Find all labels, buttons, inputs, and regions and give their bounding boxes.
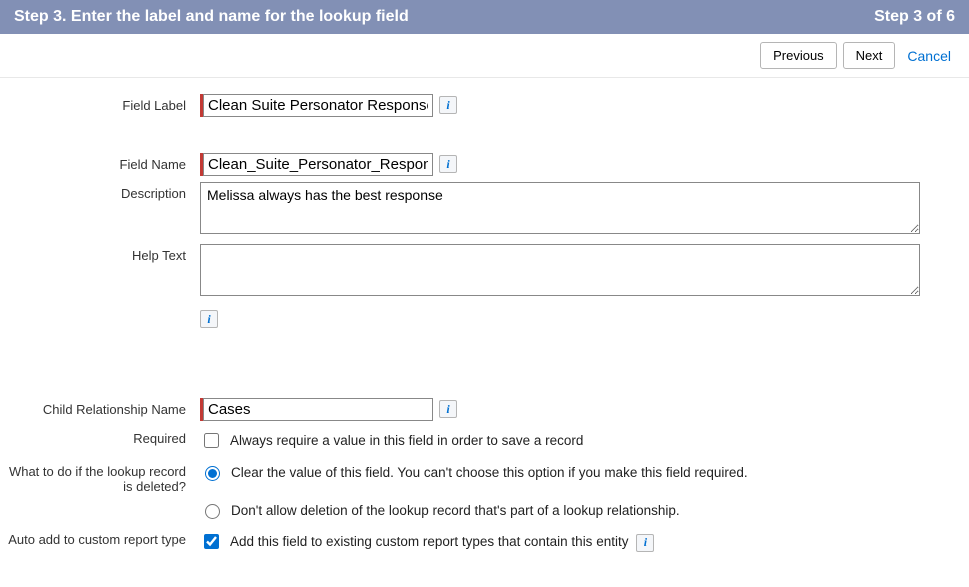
clear-value-radio[interactable]	[205, 466, 220, 481]
dont-allow-label: Don't allow deletion of the lookup recor…	[231, 503, 680, 518]
on-delete-label: What to do if the lookup record is delet…	[0, 460, 200, 494]
dont-allow-radio[interactable]	[205, 504, 220, 519]
description-label: Description	[0, 182, 200, 201]
next-button[interactable]: Next	[843, 42, 896, 69]
wizard-header: Step 3. Enter the label and name for the…	[0, 0, 969, 34]
form-area: Field Label i Field Name i Description H…	[0, 78, 969, 585]
wizard-title: Step 3. Enter the label and name for the…	[14, 8, 409, 26]
description-input[interactable]	[200, 182, 920, 234]
info-icon[interactable]: i	[439, 400, 457, 418]
auto-add-option-label: Add this field to existing custom report…	[230, 534, 628, 549]
help-text-label: Help Text	[0, 244, 200, 263]
clear-value-label: Clear the value of this field. You can't…	[231, 465, 748, 480]
required-option-label: Always require a value in this field in …	[230, 433, 583, 448]
field-name-input[interactable]	[203, 153, 433, 176]
info-icon[interactable]: i	[439, 155, 457, 173]
info-icon[interactable]: i	[200, 310, 218, 328]
child-rel-label: Child Relationship Name	[0, 398, 200, 417]
help-text-input[interactable]	[200, 244, 920, 296]
required-checkbox[interactable]	[204, 433, 219, 448]
auto-add-checkbox[interactable]	[204, 534, 219, 549]
field-label-input[interactable]	[203, 94, 433, 117]
field-name-label: Field Name	[0, 153, 200, 172]
info-icon[interactable]: i	[636, 534, 654, 552]
previous-button[interactable]: Previous	[760, 42, 837, 69]
field-label-label: Field Label	[0, 94, 200, 113]
auto-add-label: Auto add to custom report type	[0, 528, 200, 547]
cancel-link[interactable]: Cancel	[907, 48, 951, 64]
button-row: Previous Next Cancel	[0, 34, 969, 78]
wizard-step: Step 3 of 6	[874, 8, 955, 26]
info-icon[interactable]: i	[439, 96, 457, 114]
required-label: Required	[0, 427, 200, 446]
child-rel-input[interactable]	[203, 398, 433, 421]
